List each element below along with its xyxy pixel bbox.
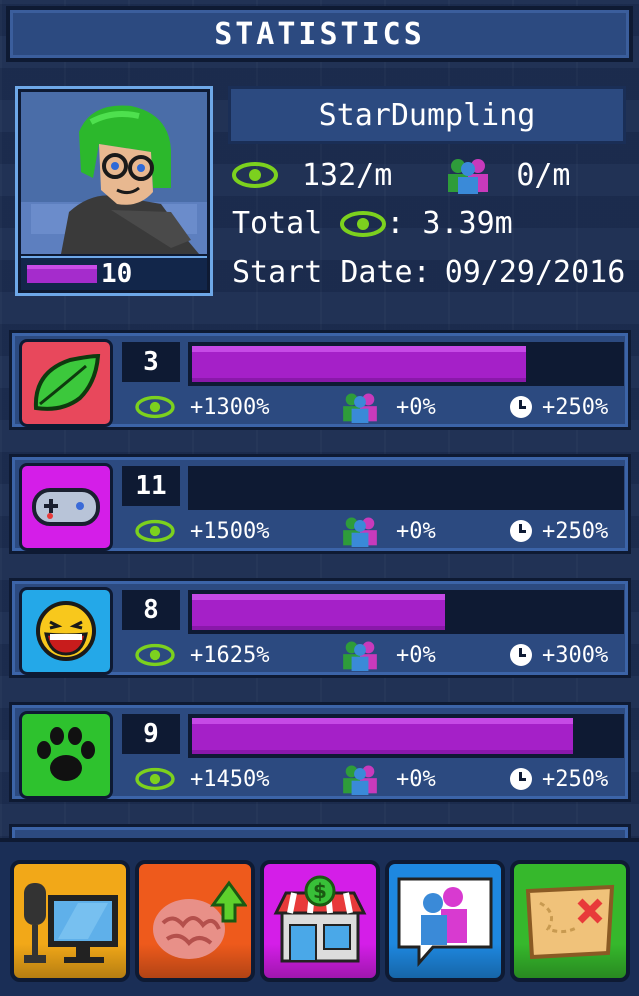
clock-icon: [510, 396, 532, 418]
computer-icon: [24, 883, 118, 963]
views-eye-icon: [134, 767, 176, 791]
category-card[interactable]: 8 +1625% +0% +300%: [9, 578, 631, 678]
clock-icon: [510, 520, 532, 542]
laughing-face-icon: [19, 587, 113, 675]
level-number: 10: [101, 259, 133, 289]
subs-bonus: +0%: [396, 394, 436, 420]
subscribers-icon: [338, 515, 382, 547]
shop-button[interactable]: $: [260, 860, 380, 982]
time-bonus: +250%: [542, 766, 609, 792]
views-eye-icon: [134, 519, 176, 543]
svg-text:$: $: [313, 879, 327, 903]
leaf-icon: [19, 339, 113, 427]
channel-name: StarDumpling: [228, 86, 626, 144]
category-progress-fill: [192, 594, 445, 630]
gamepad-icon: [19, 463, 113, 551]
subscribers-rate: 0/m: [516, 157, 571, 193]
avatar-panel[interactable]: 10: [15, 86, 213, 296]
subs-bonus: +0%: [396, 518, 436, 544]
subscribers-icon: [338, 763, 382, 795]
total-eye-icon: [340, 210, 387, 238]
views-eye-icon: [134, 643, 176, 667]
category-progress-track: [188, 714, 624, 758]
category-progress-fill: [192, 346, 526, 382]
subs-bonus: +0%: [396, 766, 436, 792]
category-level: 8: [122, 590, 180, 630]
views-bonus: +1450%: [190, 766, 270, 792]
category-bonuses: +1450% +0% +250%: [124, 761, 624, 797]
views-bonus: +1625%: [190, 642, 270, 668]
subscribers-icon: [338, 639, 382, 671]
clock-icon: [510, 768, 532, 790]
subs-bonus: +0%: [396, 642, 436, 668]
category-card[interactable]: 11 +1500% +0% +250%: [9, 454, 631, 554]
views-eye-icon: [134, 395, 176, 419]
clock-icon: [510, 644, 532, 666]
category-bonuses: +1300% +0% +250%: [124, 389, 624, 425]
brain-upgrade-icon: [153, 880, 247, 959]
rates-row: 132/m 0/m: [232, 156, 571, 194]
social-chat-icon: [397, 877, 493, 967]
upgrade-brain-button[interactable]: [135, 860, 255, 982]
map-button[interactable]: [510, 860, 630, 982]
level-progress-bar: [27, 265, 97, 283]
social-button[interactable]: [385, 860, 505, 982]
avatar: [21, 92, 207, 254]
level-indicator: 10: [21, 256, 207, 290]
category-level: 11: [122, 466, 180, 506]
category-bonuses: +1500% +0% +250%: [124, 513, 624, 549]
category-level: 9: [122, 714, 180, 754]
views-bonus: +1500%: [190, 518, 270, 544]
category-progress-track: [188, 342, 624, 386]
start-date-value: 09/29/2016: [444, 255, 626, 290]
total-views-row: Total : 3.39m: [232, 206, 513, 241]
total-label: Total: [232, 206, 323, 241]
views-eye-icon: [232, 161, 278, 189]
category-progress-track: [188, 466, 624, 510]
total-value: : 3.39m: [386, 206, 513, 241]
map-icon: [525, 884, 615, 960]
computer-button[interactable]: [10, 860, 130, 982]
subscribers-icon: [338, 391, 382, 423]
paw-icon: [19, 711, 113, 799]
time-bonus: +250%: [542, 518, 609, 544]
category-card[interactable]: 9 +1450% +0% +250%: [9, 702, 631, 802]
category-progress-fill: [192, 718, 573, 754]
category-card[interactable]: 3 +1300% +0% +250%: [9, 330, 631, 430]
category-progress-track: [188, 590, 624, 634]
subscribers-icon: [442, 156, 494, 194]
category-bonuses: +1625% +0% +300%: [124, 637, 624, 673]
shop-icon: $: [273, 875, 367, 963]
page-title: STATISTICS: [6, 6, 633, 62]
views-bonus: +1300%: [190, 394, 270, 420]
time-bonus: +300%: [542, 642, 609, 668]
views-rate: 132/m: [302, 157, 393, 193]
time-bonus: +250%: [542, 394, 609, 420]
category-level: 3: [122, 342, 180, 382]
start-date-row: Start Date: 09/29/2016: [232, 255, 625, 290]
start-date-label: Start Date:: [232, 255, 431, 290]
bottom-nav: $: [0, 838, 639, 996]
